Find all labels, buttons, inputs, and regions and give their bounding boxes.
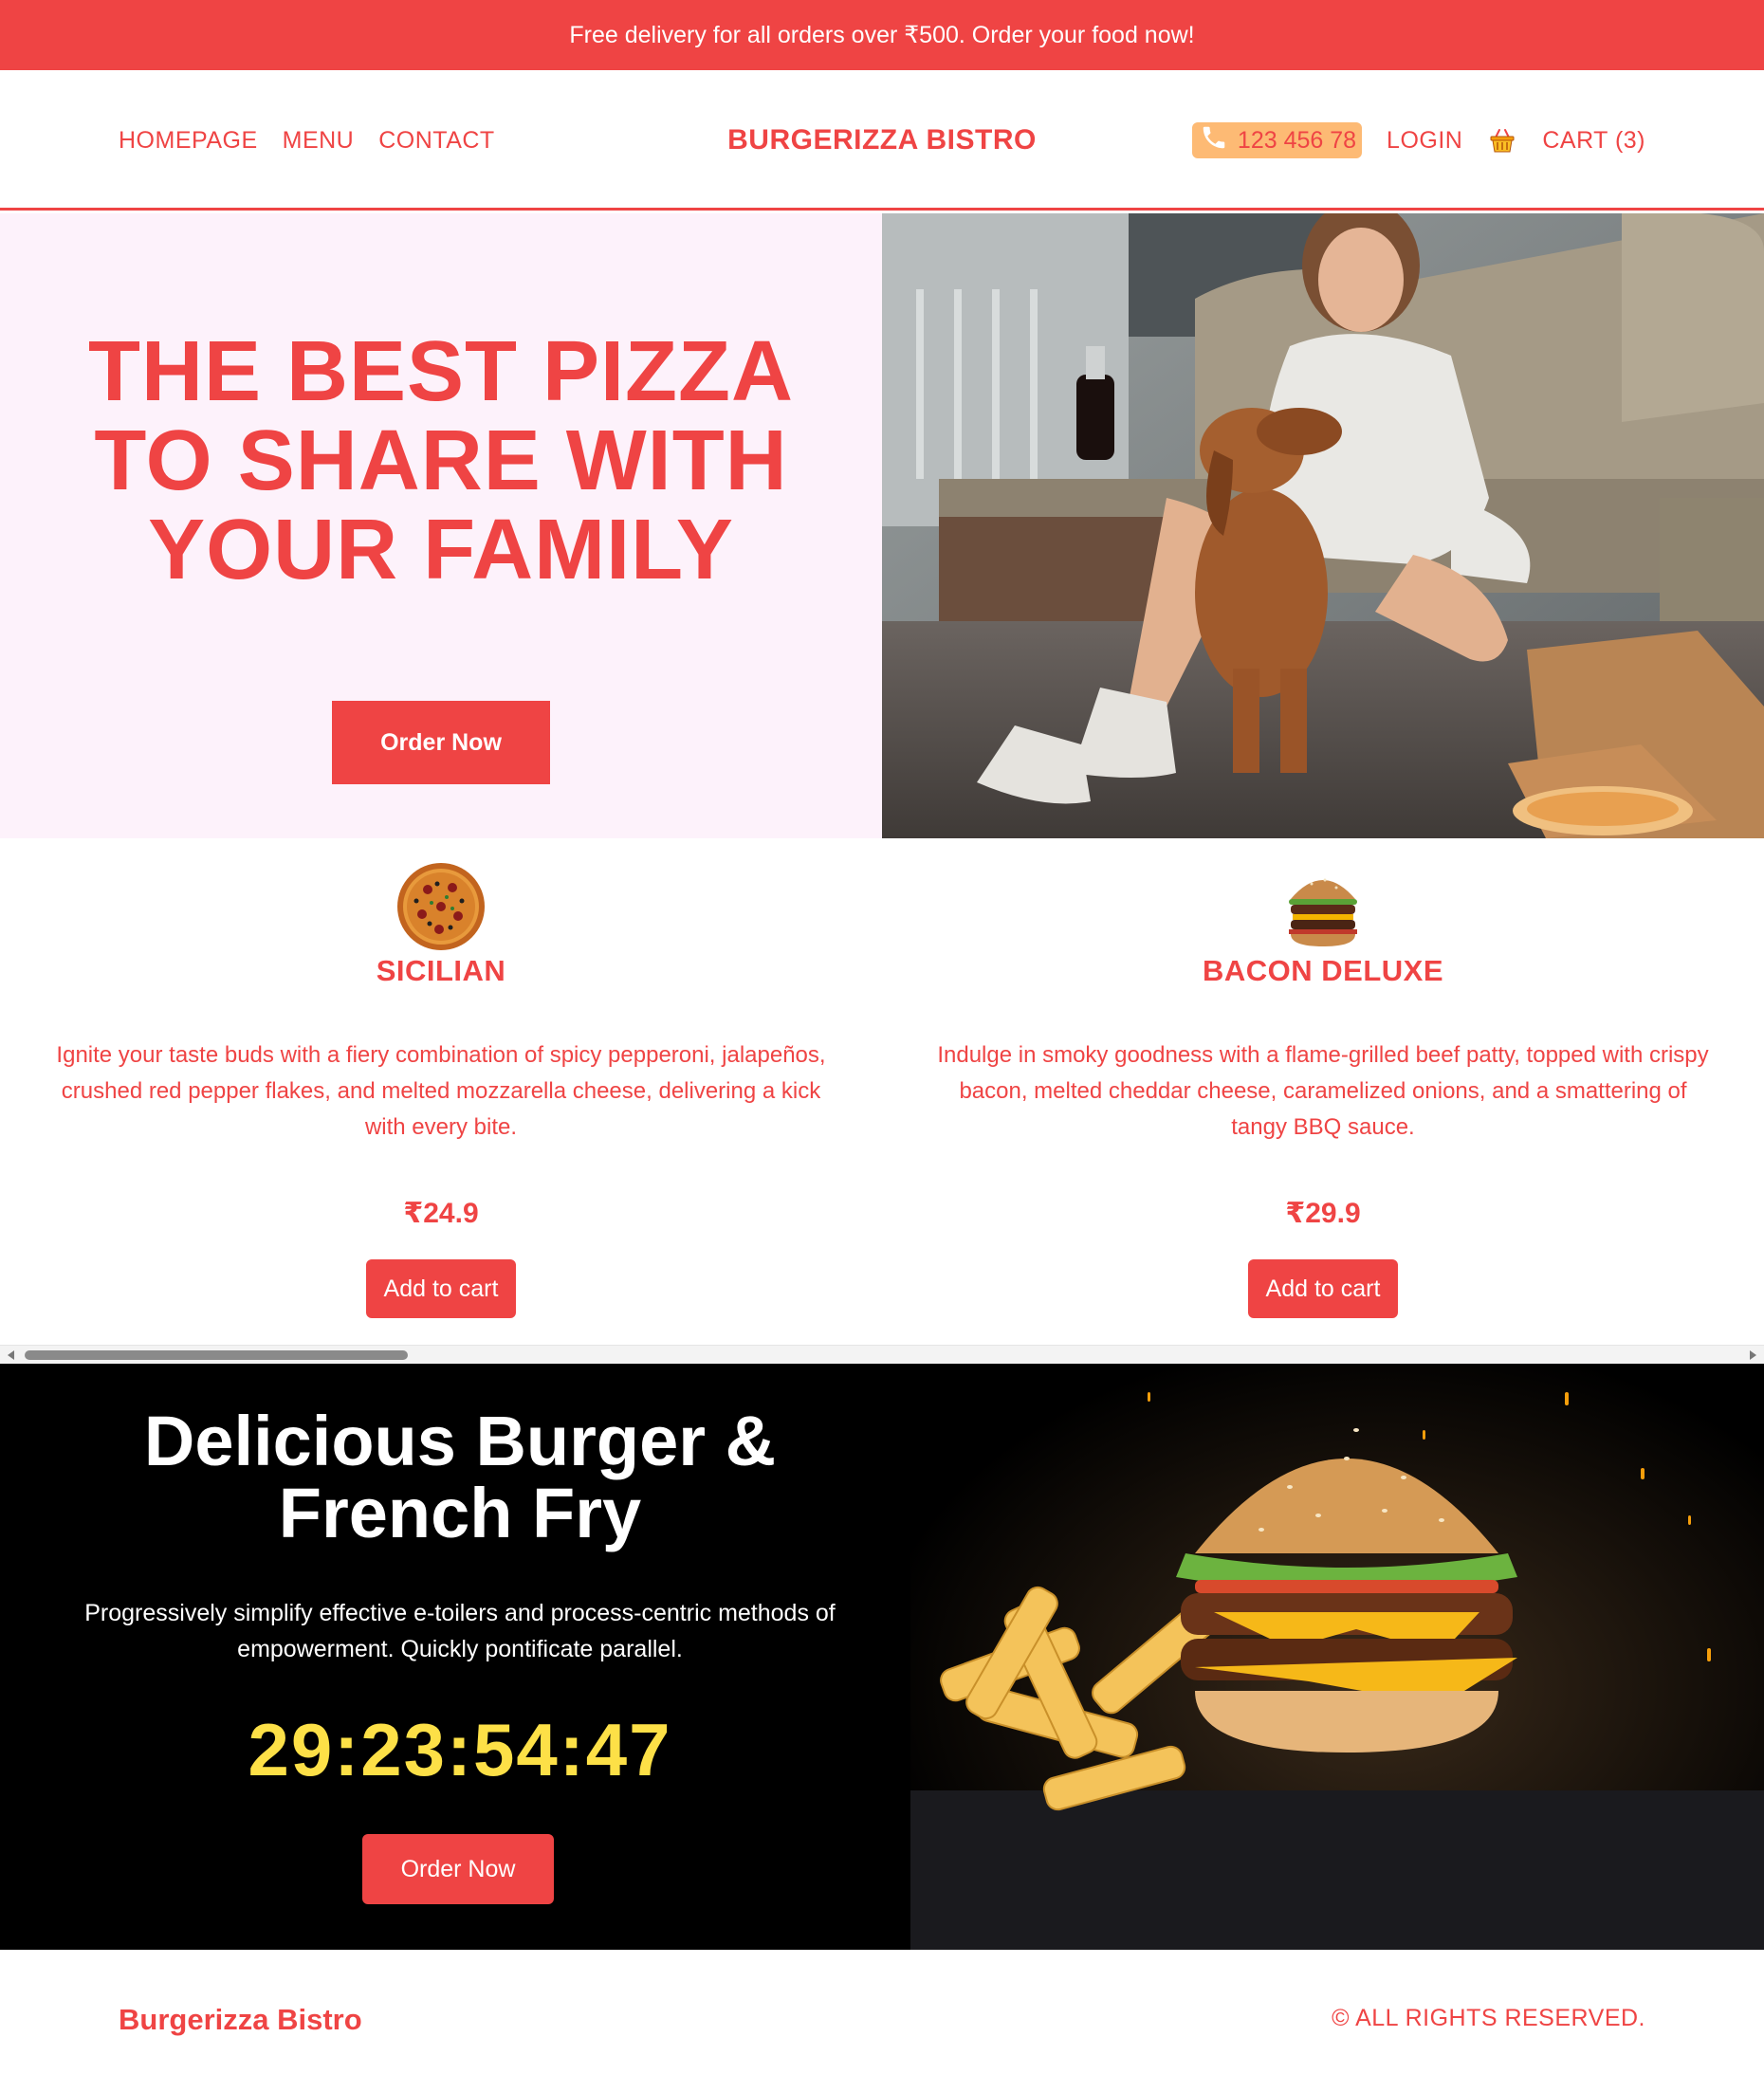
copyright-text: © ALL RIGHTS RESERVED. — [1332, 2005, 1645, 2031]
main-nav: HOMEPAGE MENU CONTACT — [119, 70, 495, 211]
nav-homepage[interactable]: HOMEPAGE — [119, 127, 258, 155]
product-description: Ignite your taste buds with a fiery comb… — [56, 1042, 826, 1140]
promo-description: Progressively simplify effective e-toile… — [84, 1600, 836, 1662]
product-name: SICILIAN — [376, 954, 506, 987]
add-to-cart-button[interactable]: Add to cart — [366, 1259, 516, 1318]
cart-link[interactable]: CART (3) — [1542, 127, 1645, 155]
site-footer: Burgerizza Bistro © ALL RIGHTS RESERVED. — [0, 1950, 1764, 2092]
product-price: ₹29.9 — [1285, 1198, 1361, 1229]
product-price: ₹24.9 — [403, 1198, 479, 1229]
phone-icon — [1198, 123, 1230, 158]
nav-menu[interactable]: MENU — [283, 127, 355, 155]
product-name: BACON DELUXE — [1202, 954, 1443, 987]
phone-button[interactable]: 123 456 78 — [1191, 122, 1363, 158]
header-actions: 123 456 78 LOGIN CART (3) — [1191, 70, 1645, 211]
scrollbar-thumb[interactable] — [25, 1350, 408, 1360]
countdown-timer: 29:23:54:47 — [248, 1708, 672, 1791]
hero-order-now-button[interactable]: Order Now — [332, 701, 550, 784]
horizontal-scrollbar[interactable] — [0, 1345, 1764, 1364]
phone-number: 123 456 78 — [1237, 126, 1357, 154]
product-card: BACON DELUXE Indulge in smoky goodness w… — [882, 838, 1764, 1345]
brand-logo[interactable]: BURGERIZZA BISTRO — [727, 124, 1037, 156]
hero-panel: THE BEST PIZZA TO SHARE WITH YOUR FAMILY… — [0, 213, 882, 838]
nav-contact[interactable]: CONTACT — [378, 127, 494, 155]
promo-title: Delicious Burger & French Fry — [143, 1402, 777, 1552]
footer-brand[interactable]: Burgerizza Bistro — [119, 2003, 362, 2037]
site-header: HOMEPAGE MENU CONTACT BURGERIZZA BISTRO … — [0, 70, 1764, 211]
promo-bar-text: Free delivery for all orders over ₹500. … — [569, 22, 1195, 48]
pizza-icon — [395, 861, 487, 952]
product-list: SICILIAN Ignite your taste buds with a f… — [0, 838, 1764, 1345]
burger-fries-image — [910, 1364, 1764, 1950]
product-card: SICILIAN Ignite your taste buds with a f… — [0, 838, 882, 1345]
promo-section: Delicious Burger & French Fry Progressiv… — [0, 1364, 1764, 1950]
login-link[interactable]: LOGIN — [1387, 127, 1462, 155]
burger-icon — [1277, 861, 1369, 952]
promo-bar: Free delivery for all orders over ₹500. … — [0, 0, 1764, 70]
scroll-right-arrow-icon[interactable] — [1750, 1350, 1756, 1360]
basket-icon[interactable] — [1487, 125, 1517, 156]
scroll-left-arrow-icon[interactable] — [8, 1350, 14, 1360]
hero-image — [882, 213, 1764, 838]
promo-order-now-button[interactable]: Order Now — [362, 1834, 554, 1904]
add-to-cart-button[interactable]: Add to cart — [1248, 1259, 1398, 1318]
hero-title: THE BEST PIZZA TO SHARE WITH YOUR FAMILY — [87, 324, 795, 597]
product-description: Indulge in smoky goodness with a flame-g… — [937, 1042, 1709, 1140]
